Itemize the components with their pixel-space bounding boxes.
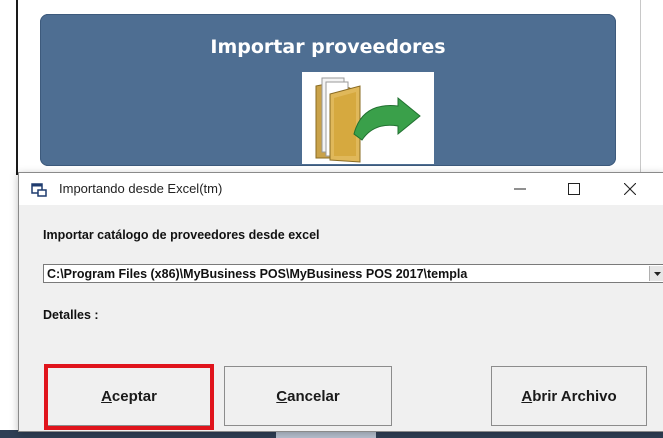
maximize-button[interactable] bbox=[551, 173, 597, 205]
cancel-button-mnemonic: C bbox=[276, 387, 288, 405]
background-border-left bbox=[16, 0, 18, 175]
chevron-down-icon bbox=[653, 271, 661, 276]
file-path-value: C:\Program Files (x86)\MyBusiness POS\My… bbox=[47, 267, 468, 281]
import-dialog: Importando desde Excel(tm) Importar catá… bbox=[18, 172, 663, 432]
cancel-button-label: ancelar bbox=[287, 387, 340, 405]
cancel-button[interactable]: Cancelar bbox=[224, 366, 392, 426]
dialog-title: Importando desde Excel(tm) bbox=[59, 181, 223, 196]
import-caption: Importar catálogo de proveedores desde e… bbox=[43, 228, 320, 242]
folder-import-icon bbox=[302, 72, 434, 164]
accept-button-highlight bbox=[44, 364, 214, 430]
dropdown-button[interactable] bbox=[649, 266, 663, 281]
dialog-titlebar[interactable]: Importando desde Excel(tm) bbox=[19, 173, 663, 205]
minimize-button[interactable] bbox=[497, 173, 543, 205]
maximize-icon bbox=[568, 183, 580, 195]
close-button[interactable] bbox=[607, 173, 653, 205]
file-path-combobox[interactable]: C:\Program Files (x86)\MyBusiness POS\My… bbox=[43, 264, 663, 283]
open-file-button-mnemonic: A bbox=[521, 387, 533, 405]
minimize-icon bbox=[514, 188, 526, 190]
details-label: Detalles : bbox=[43, 308, 99, 322]
background-border-right bbox=[640, 0, 641, 175]
open-file-button[interactable]: Abrir Archivo bbox=[491, 366, 647, 426]
import-suppliers-tile-label: Importar proveedores bbox=[210, 36, 446, 58]
open-file-button-label: brir Archivo bbox=[532, 387, 617, 405]
background-strip-chip bbox=[276, 432, 376, 438]
close-icon bbox=[624, 183, 636, 195]
import-suppliers-tile[interactable]: Importar proveedores bbox=[40, 14, 616, 166]
app-window-icon bbox=[31, 182, 47, 197]
